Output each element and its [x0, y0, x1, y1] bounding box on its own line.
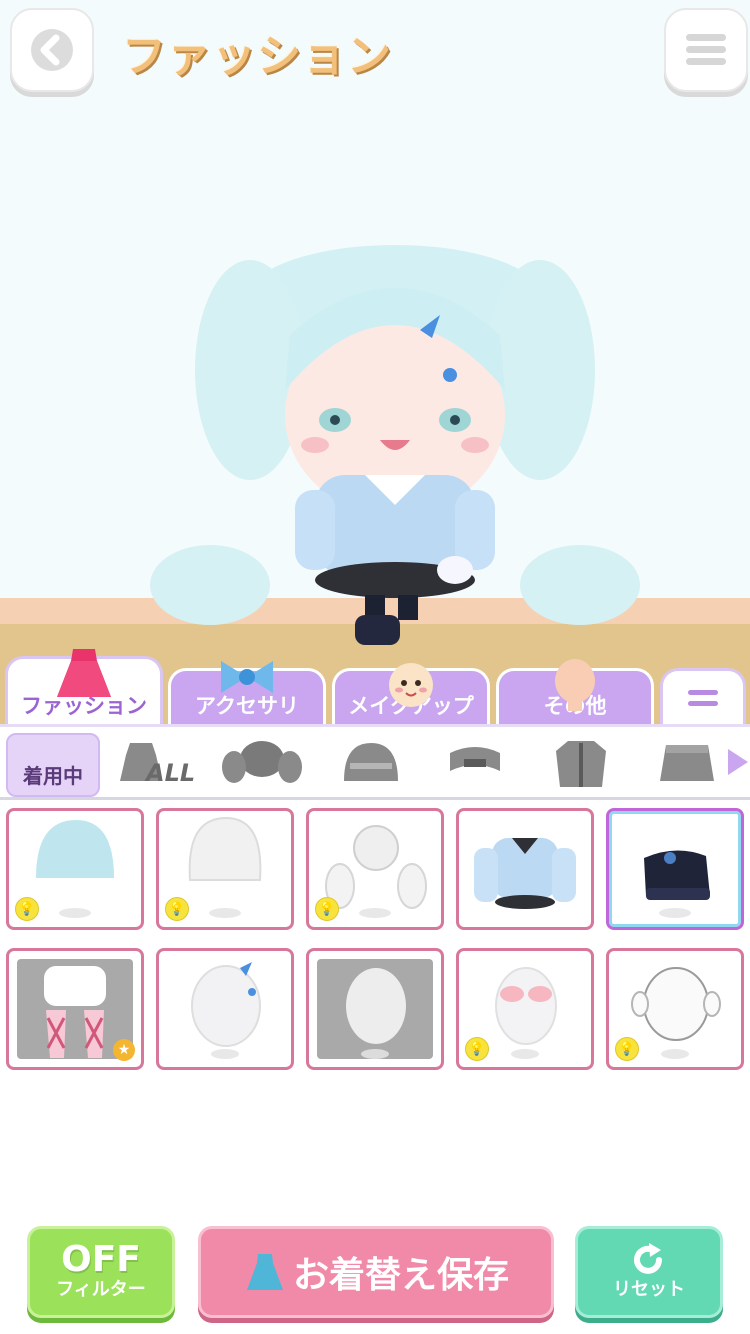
- item-curly-twin-tails[interactable]: 💡: [306, 808, 444, 930]
- item-star-hairpin[interactable]: [156, 948, 294, 1070]
- favorite-star-icon: ★: [113, 1039, 135, 1061]
- tab-other[interactable]: その他: [496, 659, 654, 724]
- item-blue-sailor-outfit[interactable]: [456, 808, 594, 930]
- wearing-label: 着用中: [23, 764, 83, 788]
- filter-state-label: OFF: [61, 1239, 141, 1280]
- silhouette-icon: [555, 659, 595, 711]
- hint-bulb-icon: 💡: [615, 1037, 639, 1061]
- category-headband[interactable]: [440, 737, 510, 793]
- shoes-item-icon: [644, 850, 710, 918]
- twin-tail-hair-icon: [222, 741, 302, 783]
- equals-icon: [688, 689, 718, 706]
- tab-accessory[interactable]: アクセサリ: [168, 661, 326, 724]
- tab-makeup[interactable]: メイクアップ: [332, 663, 490, 724]
- skirt-icon: [660, 745, 714, 781]
- item-pink-blush[interactable]: 💡: [456, 948, 594, 1070]
- chevron-left-icon: [31, 29, 73, 71]
- reset-label: リセット: [613, 1279, 685, 1300]
- item-face-outline[interactable]: 💡: [606, 948, 744, 1070]
- dress-icon: [246, 1254, 283, 1290]
- outfit-item-icon: [474, 838, 576, 909]
- hint-bulb-icon: 💡: [165, 897, 189, 921]
- hamburger-menu-icon: [686, 34, 726, 65]
- hint-bulb-icon: 💡: [465, 1037, 489, 1061]
- save-outfit-label: お着替え保存: [292, 1255, 509, 1296]
- filter-toggle-button[interactable]: OFF フィルター: [27, 1226, 175, 1318]
- jacket-icon: [556, 741, 606, 787]
- tab-more[interactable]: [660, 668, 746, 724]
- item-light-blue-bob-hair[interactable]: 💡: [6, 808, 144, 930]
- dress-icon: [57, 649, 111, 697]
- item-black-platform-shoes[interactable]: [606, 808, 744, 930]
- ribbon-icon: [221, 661, 273, 693]
- category-filter-bar: 着用中 ALL: [0, 724, 750, 800]
- hint-bulb-icon: 💡: [15, 897, 39, 921]
- item-white-hair-base[interactable]: 💡: [156, 808, 294, 930]
- all-label: ALL: [146, 759, 196, 787]
- filter-label: フィルター: [56, 1279, 146, 1300]
- category-twin-tail-hair[interactable]: [222, 737, 302, 793]
- reset-arrow-icon: [634, 1243, 662, 1274]
- face-icon: [389, 663, 433, 707]
- wearing-filter-button[interactable]: 着用中: [6, 733, 100, 797]
- category-bob-hair[interactable]: [336, 737, 406, 793]
- save-outfit-button[interactable]: お着替え保存: [198, 1226, 554, 1318]
- page-title: ファッション: [122, 31, 392, 82]
- hairpin-item-icon: [191, 962, 261, 1059]
- item-gray-face-base[interactable]: [306, 948, 444, 1070]
- item-pink-fishnet-socks[interactable]: ★: [6, 948, 144, 1070]
- category-all[interactable]: ALL: [116, 737, 195, 793]
- menu-button[interactable]: [664, 8, 748, 92]
- category-skirt[interactable]: [652, 737, 722, 793]
- reset-button[interactable]: リセット: [575, 1226, 723, 1318]
- headband-icon: [450, 747, 500, 771]
- category-jacket[interactable]: [546, 737, 616, 793]
- scroll-right-arrow-icon[interactable]: [728, 749, 748, 775]
- hint-bulb-icon: 💡: [315, 897, 339, 921]
- avatar-character: [150, 245, 640, 645]
- face-base-item-icon: [346, 968, 406, 1059]
- back-button[interactable]: [10, 8, 94, 92]
- tab-fashion[interactable]: ファッション: [5, 649, 163, 724]
- bob-hair-icon: [344, 743, 398, 781]
